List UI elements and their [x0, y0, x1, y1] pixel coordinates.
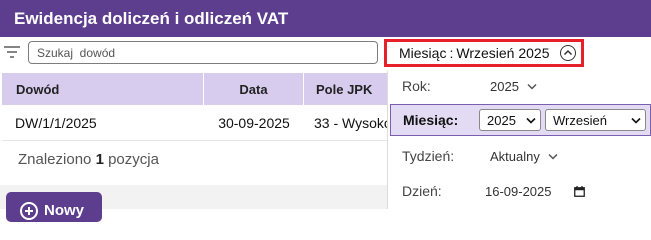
results-count: Znaleziono 1 pozycja: [18, 151, 159, 168]
results-suffix: pozycja: [108, 151, 159, 168]
table-row[interactable]: DW/1/1/2025 30-09-2025 33 - Wysoko: [2, 105, 387, 141]
dzien-label: Dzień:: [402, 183, 442, 199]
column-header-data[interactable]: Data: [204, 73, 304, 105]
rok-value: 2025: [490, 78, 519, 94]
month-toggle-label: Miesiąc: [399, 45, 447, 61]
dzien-value: 16-09-2025: [485, 183, 552, 199]
cell-pole-jpk: 33 - Wysoko: [314, 115, 387, 131]
miesiac-year-select[interactable]: 2025: [479, 109, 541, 131]
table-header: Dowód Data Pole JPK: [2, 73, 387, 105]
tydzien-label: Tydzień:: [402, 148, 455, 164]
month-toggle-separator: :: [449, 45, 454, 61]
cell-dowod: DW/1/1/2025: [15, 115, 97, 131]
window-title: Ewidencja doliczeń i odliczeń VAT: [0, 0, 651, 37]
chevron-down-icon: [527, 83, 537, 90]
chevron-down-icon: [548, 153, 558, 160]
miesiac-year-value: 2025: [487, 112, 516, 128]
cell-data: 30-09-2025: [218, 115, 290, 131]
period-row-tydzien[interactable]: Tydzień: Aktualny: [388, 142, 651, 170]
calendar-icon[interactable]: [573, 185, 585, 197]
tydzien-value: Aktualny: [490, 148, 540, 164]
period-dropdown-panel: Rok: 2025 Miesiąc: 2025 Wrzesień Tydzień…: [387, 71, 651, 209]
filter-icon[interactable]: [4, 46, 20, 60]
period-row-rok[interactable]: Rok: 2025: [388, 72, 651, 100]
tydzien-select[interactable]: Aktualny: [490, 149, 558, 164]
column-header-pole-jpk[interactable]: Pole JPK: [304, 73, 387, 105]
results-number: 1: [95, 151, 104, 168]
plus-circle-icon: [20, 202, 38, 220]
toolbar: Miesiąc : Wrzesień 2025: [0, 37, 651, 71]
column-header-dowod[interactable]: Dowód: [2, 73, 204, 105]
period-row-dzien[interactable]: Dzień: 16-09-2025: [388, 177, 651, 205]
miesiac-month-value: Wrzesień: [553, 112, 607, 128]
month-period-toggle[interactable]: Miesiąc : Wrzesień 2025: [384, 39, 584, 67]
new-button-label: Nowy: [44, 202, 85, 219]
chevron-down-icon: [526, 117, 536, 124]
chevron-up-circle-icon[interactable]: [559, 45, 576, 61]
rok-label: Rok:: [402, 78, 431, 94]
chevron-down-icon: [631, 117, 641, 124]
miesiac-month-select[interactable]: Wrzesień: [545, 109, 646, 131]
period-row-miesiac[interactable]: Miesiąc: 2025 Wrzesień: [390, 104, 651, 136]
dzien-date-input[interactable]: 16-09-2025: [485, 184, 585, 199]
new-button[interactable]: Nowy: [6, 192, 102, 222]
rok-select[interactable]: 2025: [490, 79, 537, 94]
miesiac-label: Miesiąc:: [403, 112, 459, 128]
results-prefix: Znaleziono: [18, 151, 92, 168]
month-toggle-value: Wrzesień 2025: [456, 45, 550, 61]
search-input[interactable]: [28, 41, 378, 64]
